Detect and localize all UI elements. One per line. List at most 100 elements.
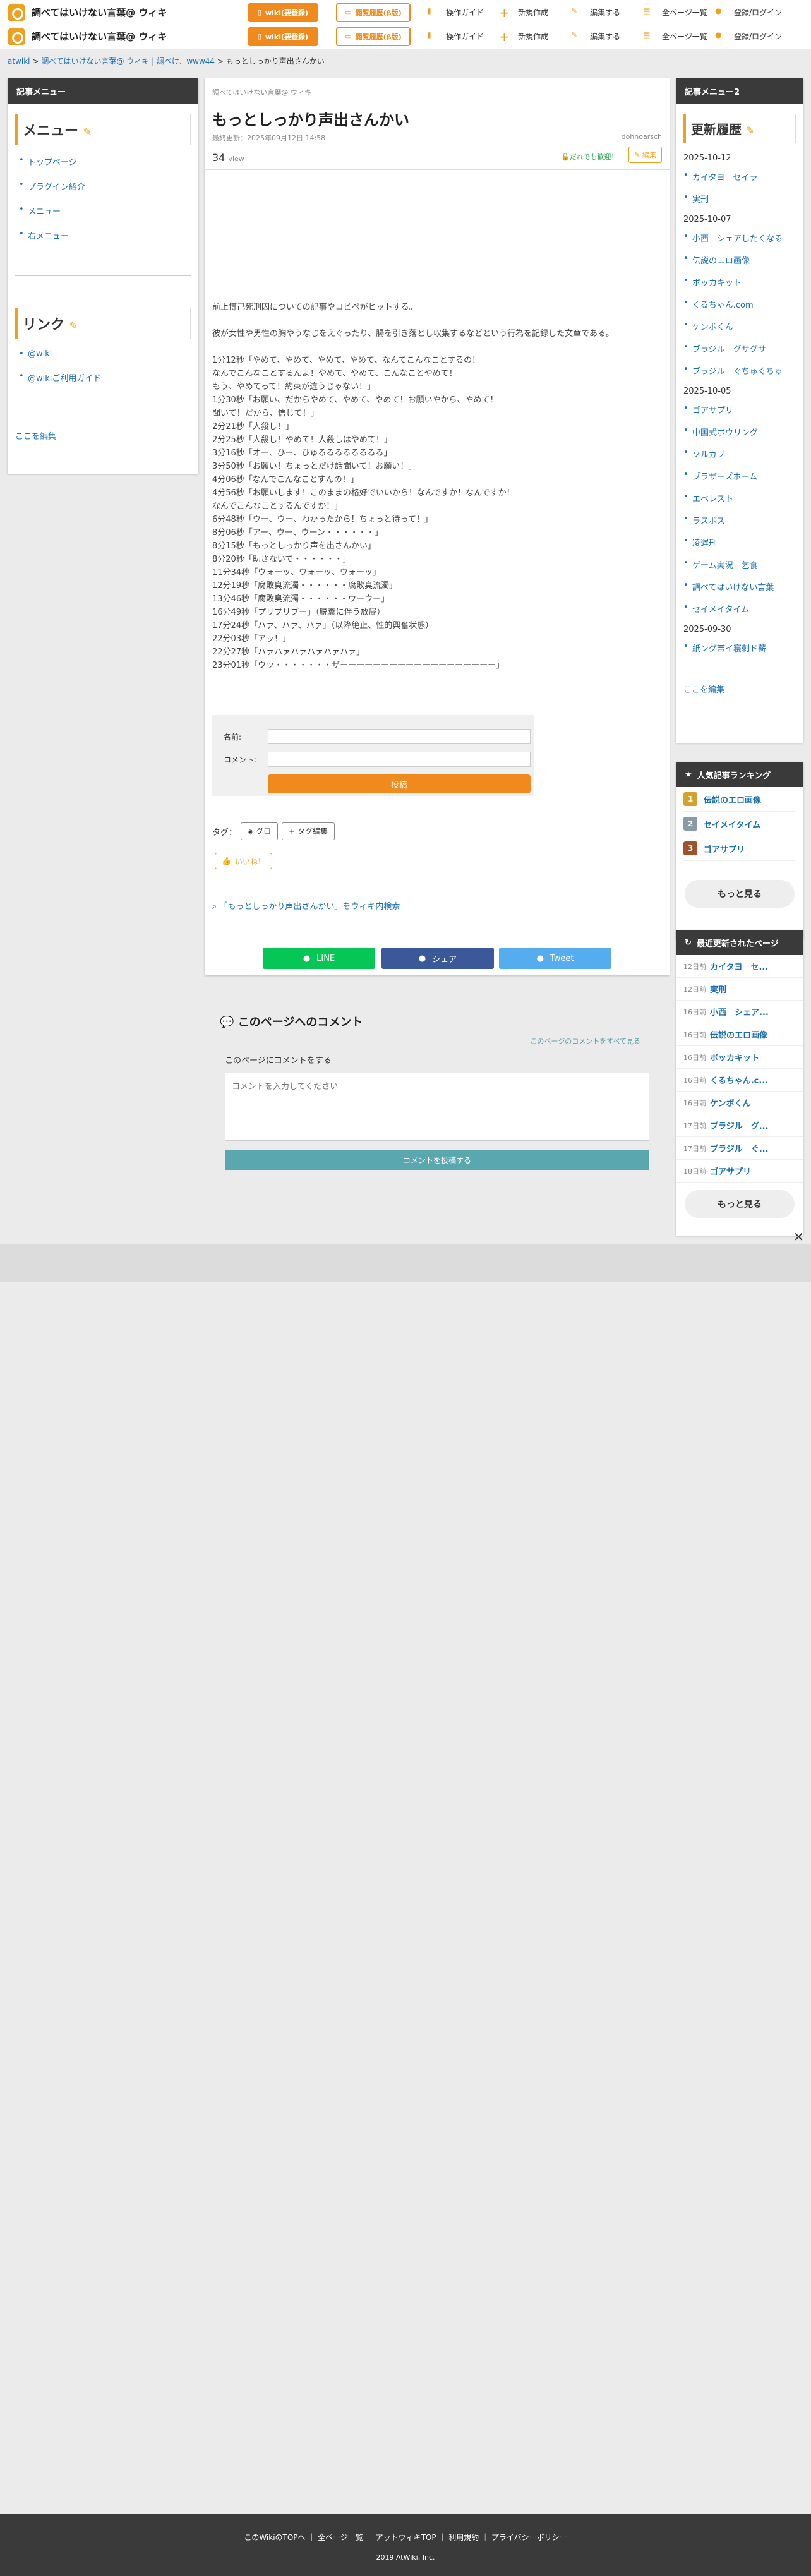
link-item[interactable]: @wikiご利用ガイド	[19, 371, 198, 383]
nav-all-pages[interactable]: ▤ 全ページ一覧	[643, 30, 715, 43]
history-item[interactable]: セイメイタイム	[683, 603, 803, 615]
recent-date: 17日前	[683, 1121, 706, 1130]
ranking-more-button[interactable]: もっと見る	[685, 880, 795, 908]
history-item[interactable]: ブラジル ぐちゅぐちゅ	[683, 364, 803, 376]
edit-button[interactable]: ✎ 編集	[628, 147, 662, 163]
history-item[interactable]: 伝説のエロ画像	[683, 254, 803, 266]
nav-edit[interactable]: ✎ 編集する	[571, 30, 643, 43]
menu-item[interactable]: メニュー	[19, 205, 198, 217]
post-button[interactable]: 投稿	[268, 774, 531, 793]
app-button-2[interactable]: ▯ wiki(要登録)	[248, 27, 318, 46]
app-button[interactable]: ▯ wiki(要登録)	[248, 3, 318, 22]
history-button-2[interactable]: ▭ 閲覧履歴(β版)	[336, 27, 411, 46]
history-item[interactable]: エベレスト	[683, 492, 803, 504]
history-item[interactable]: ケンボくん	[683, 320, 803, 332]
share-twitter-button[interactable]: ● Tweet	[499, 948, 611, 969]
share-facebook-button[interactable]: ● シェア	[381, 948, 494, 969]
app-button-label: wiki(要登録)	[265, 32, 309, 41]
history-item[interactable]: ラスボス	[683, 514, 803, 526]
menu-item[interactable]: 右メニュー	[19, 229, 198, 241]
history-item[interactable]: ソルカブ	[683, 448, 803, 460]
footer-link[interactable]: このWikiのTOPへ	[244, 2533, 305, 2542]
history-item[interactable]: カイタヨ セイラ	[683, 171, 803, 183]
recent-item[interactable]: 17日前 ブラジル グ...	[676, 1114, 803, 1137]
footer-link[interactable]: 利用規約	[448, 2533, 479, 2542]
atwiki-logo-icon	[8, 27, 25, 45]
menu-item[interactable]: トップページ	[19, 155, 198, 167]
nav-guide[interactable]: ▮ 操作ガイド	[427, 6, 499, 19]
left-sidebar: 記事メニュー メニュー ✎ トップページ プラグイン紹介 メニュー 右メニュー …	[8, 78, 198, 474]
breadcrumb: atwiki > 調べてはいけない言葉@ ウィキ | 調べけ、www44 > も…	[8, 57, 325, 66]
menu-item[interactable]: プラグイン紹介	[19, 180, 198, 192]
history-item[interactable]: くるちゃん.com	[683, 298, 803, 310]
ranking-item[interactable]: 1 伝説のエロ画像	[683, 787, 796, 812]
nav-edit[interactable]: ✎ 編集する	[571, 6, 643, 19]
site-logo[interactable]: 調べてはいけない言葉@ ウィキ	[8, 3, 248, 21]
history-item[interactable]: ブラザーズホーム	[683, 470, 803, 482]
comment-submit-button[interactable]: コメントを投稿する	[225, 1150, 649, 1170]
left-edit-link[interactable]: ここを編集	[15, 430, 56, 442]
ranking-item[interactable]: 3 ゴアサプリ	[683, 836, 796, 861]
recent-item[interactable]: 17日前 ブラジル ぐ...	[676, 1137, 803, 1160]
page-title: もっとしっかり声出さんかい	[212, 111, 409, 129]
tags: タグ： ◈ グロ + タグ編集	[212, 822, 335, 840]
history-item[interactable]: 実刑	[683, 193, 803, 205]
tag-edit-button[interactable]: + タグ編集	[282, 822, 335, 840]
breadcrumb-site[interactable]: 調べてはいけない言葉@ ウィキ | 調べけ、www44	[41, 57, 215, 66]
footer-link[interactable]: 全ページ一覧	[318, 2533, 363, 2542]
recent-more-button[interactable]: もっと見る	[685, 1190, 795, 1218]
recent-item[interactable]: 16日前 伝説のエロ画像	[676, 1023, 803, 1046]
share-line-button[interactable]: ● LINE	[263, 948, 375, 969]
breadcrumb-root[interactable]: atwiki	[8, 57, 30, 66]
recent-item[interactable]: 16日前 小西 シェア...	[676, 1001, 803, 1023]
recent-page: ゴアサプリ	[710, 1167, 752, 1177]
recent-item[interactable]: 12日前 実刑	[676, 978, 803, 1001]
recent-item[interactable]: 16日前 ボッカキット	[676, 1046, 803, 1069]
nav-login[interactable]: ● 登録/ログイン	[715, 30, 787, 43]
like-button[interactable]: 👍 いいね！	[215, 853, 272, 869]
footer-link[interactable]: プライバシーポリシー	[491, 2533, 567, 2542]
author[interactable]: dohnoarsch	[622, 133, 662, 141]
nav-new[interactable]: + 新規作成	[499, 30, 571, 43]
recent-item[interactable]: 18日前 ゴアサプリ	[676, 1160, 803, 1183]
edit-button-label: 編集	[642, 151, 656, 159]
line-label: LINE	[316, 953, 335, 963]
right-edit-link[interactable]: ここを編集	[683, 683, 796, 695]
history-item[interactable]: 紙ング帯イ寝刺ド薪	[683, 642, 803, 654]
history-item[interactable]: 凌遅刑	[683, 536, 803, 548]
history-item[interactable]: 小西 シェアしたくなる	[683, 232, 803, 244]
nav-login[interactable]: ● 登録/ログイン	[715, 6, 787, 19]
see-all-comments[interactable]: このページのコメントをすべて見る	[530, 1036, 640, 1046]
comment-textarea[interactable]	[225, 1073, 649, 1141]
name-input[interactable]	[268, 729, 531, 744]
star-icon: ★	[685, 769, 692, 779]
nav-login-label: 登録/ログイン	[734, 32, 783, 41]
history-item[interactable]: ブラジル グサグサ	[683, 342, 803, 354]
history-heading-text: 更新履歴	[691, 122, 742, 137]
tag-item[interactable]: ◈ グロ	[241, 822, 279, 840]
footer-link[interactable]: アットウィキTOP	[376, 2533, 436, 2542]
updated-date: 最終更新：2025年09月12日 14:58	[212, 134, 326, 142]
ad-close-icon[interactable]: ✕	[793, 1229, 804, 1244]
history-item[interactable]: ゴアサプリ	[683, 404, 803, 416]
wiki-search-link[interactable]: ⌕ 「もっとしっかり声出さんかい」をウィキ内検索	[212, 900, 400, 912]
recent-item[interactable]: 16日前 ケンボくん	[676, 1092, 803, 1114]
history-item[interactable]: 中国式ボウリング	[683, 426, 803, 438]
recent-item[interactable]: 12日前 カイタヨ セ...	[676, 955, 803, 978]
comment-input[interactable]	[268, 752, 531, 767]
body-line: 3分16秒「オー、ひー、ひゅるるるるるるるる」	[212, 448, 392, 458]
atwiki-logo-icon	[8, 3, 25, 21]
site-logo-2[interactable]: 調べてはいけない言葉@ ウィキ	[8, 27, 248, 45]
body-line: 4分06秒「なんでこんなことすんの！」	[212, 475, 359, 485]
history-item[interactable]: 調べてはいけない言葉	[683, 581, 803, 593]
history-item[interactable]: ゲーム実況 乞食	[683, 558, 803, 570]
recent-item[interactable]: 16日前 くるちゃん.c...	[676, 1069, 803, 1092]
history-item[interactable]: ボッカキット	[683, 276, 803, 288]
nav-guide[interactable]: ▮ 操作ガイド	[427, 30, 499, 43]
nav-all-pages[interactable]: ▤ 全ページ一覧	[643, 6, 715, 19]
nav-new[interactable]: + 新規作成	[499, 6, 571, 19]
ranking-item[interactable]: 2 セイメイタイム	[683, 812, 796, 836]
nav-all-pages-label: 全ページ一覧	[662, 32, 707, 41]
link-item[interactable]: @wiki	[19, 349, 198, 359]
history-button[interactable]: ▭ 閲覧履歴(β版)	[336, 3, 411, 22]
